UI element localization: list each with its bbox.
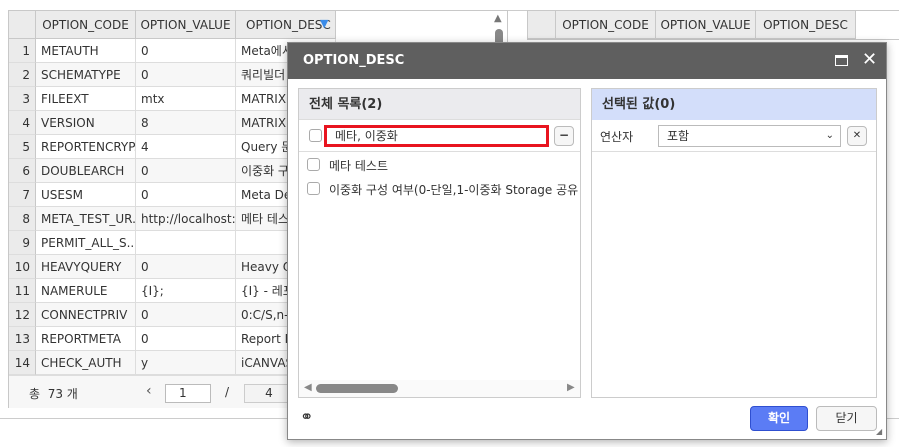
prev-page-icon[interactable]: ‹ bbox=[146, 383, 152, 399]
operator-select[interactable]: 포함 ⌄ bbox=[658, 125, 841, 147]
selected-values-header: 선택된 값(0) bbox=[592, 89, 876, 120]
grid-header: OPTION_CODE OPTION_VALUE OPTION_DESC bbox=[528, 11, 856, 39]
page-separator: / bbox=[225, 385, 230, 399]
row-number: 13 bbox=[9, 327, 36, 351]
column-header-option-code[interactable]: OPTION_CODE bbox=[556, 11, 656, 39]
cell-option-code[interactable]: CONNECTPRIV bbox=[36, 303, 136, 327]
chevron-down-icon: ⌄ bbox=[825, 130, 834, 141]
total-count: 총 73 개 bbox=[29, 385, 78, 402]
column-header-option-value[interactable]: OPTION_VALUE bbox=[656, 11, 756, 39]
row-number: 1 bbox=[9, 39, 36, 63]
cell-option-value[interactable]: 0 bbox=[136, 63, 236, 87]
horizontal-scrollbar[interactable]: ◀ ▶ bbox=[299, 380, 580, 397]
cell-option-code[interactable]: CHECK_AUTH bbox=[36, 351, 136, 375]
cell-option-value[interactable]: 0 bbox=[136, 327, 236, 351]
cell-option-value[interactable]: http://localhost:... bbox=[136, 207, 236, 231]
cell-option-code[interactable]: FILEEXT bbox=[36, 87, 136, 111]
collapse-button[interactable]: − bbox=[554, 126, 574, 146]
operator-value: 포함 bbox=[667, 129, 690, 143]
row-number: 11 bbox=[9, 279, 36, 303]
cell-option-value[interactable]: 0 bbox=[136, 255, 236, 279]
row-number: 5 bbox=[9, 135, 36, 159]
all-list-panel: 전체 목록(2) 메타, 이중화 − 메타 테스트 이중화 구성 여부(0-단일… bbox=[298, 88, 581, 398]
scroll-left-icon[interactable]: ◀ bbox=[304, 382, 312, 393]
selected-values-panel: 선택된 값(0) 연산자 포함 ⌄ ✕ bbox=[591, 88, 877, 398]
binoculars-icon[interactable]: ⚭ bbox=[300, 407, 313, 426]
dialog-title-bar[interactable]: OPTION_DESC bbox=[288, 43, 886, 79]
cell-option-value[interactable]: y bbox=[136, 351, 236, 375]
resize-grip-icon[interactable]: ◢ bbox=[876, 427, 882, 436]
row-number: 9 bbox=[9, 231, 36, 255]
row-number: 10 bbox=[9, 255, 36, 279]
cell-option-code[interactable]: SCHEMATYPE bbox=[36, 63, 136, 87]
operator-row: 연산자 포함 ⌄ ✕ bbox=[592, 120, 876, 152]
cell-option-code[interactable]: REPORTMETA bbox=[36, 327, 136, 351]
grid-header: OPTION_CODE OPTION_VALUE OPTION_DESC ▼ bbox=[9, 11, 336, 39]
row-number-header bbox=[9, 11, 36, 39]
column-header-label: OPTION_DESC bbox=[246, 18, 331, 32]
search-row: 메타, 이중화 − bbox=[299, 120, 580, 152]
item-checkbox[interactable] bbox=[307, 158, 320, 171]
row-number: 8 bbox=[9, 207, 36, 231]
item-checkbox[interactable] bbox=[307, 182, 320, 195]
page-input[interactable]: 1 bbox=[165, 384, 211, 403]
dialog-title: OPTION_DESC bbox=[303, 53, 405, 68]
list-item[interactable]: 이중화 구성 여부(0-단일,1-이중화 Storage 공유 bbox=[307, 181, 580, 199]
cell-option-code[interactable]: REPORTENCRYP... bbox=[36, 135, 136, 159]
search-input[interactable]: 메타, 이중화 bbox=[324, 125, 549, 147]
all-list-header: 전체 목록(2) bbox=[299, 89, 580, 120]
filter-dialog: OPTION_DESC ✕ 전체 목록(2) 메타, 이중화 − 메타 테스트 … bbox=[287, 42, 887, 440]
total-suffix: 개 bbox=[66, 387, 78, 401]
cell-option-code[interactable]: METAUTH bbox=[36, 39, 136, 63]
cell-option-value[interactable]: 0 bbox=[136, 159, 236, 183]
row-number: 3 bbox=[9, 87, 36, 111]
column-header-option-value[interactable]: OPTION_VALUE bbox=[136, 11, 236, 39]
scroll-up-icon[interactable]: ▲ bbox=[494, 13, 502, 24]
cell-option-code[interactable]: META_TEST_UR... bbox=[36, 207, 136, 231]
cell-option-code[interactable]: PERMIT_ALL_S... bbox=[36, 231, 136, 255]
cell-option-code[interactable]: HEAVYQUERY bbox=[36, 255, 136, 279]
cell-option-value[interactable] bbox=[136, 231, 236, 255]
right-data-grid: OPTION_CODE OPTION_VALUE OPTION_DESC bbox=[527, 10, 899, 40]
cell-option-value[interactable]: 0 bbox=[136, 303, 236, 327]
row-number-header bbox=[528, 11, 556, 39]
cell-option-code[interactable]: VERSION bbox=[36, 111, 136, 135]
cell-option-value[interactable]: 8 bbox=[136, 111, 236, 135]
row-number: 2 bbox=[9, 63, 36, 87]
close-button[interactable]: 닫기 bbox=[816, 406, 877, 431]
cell-option-value[interactable]: 0 bbox=[136, 39, 236, 63]
row-number: 6 bbox=[9, 159, 36, 183]
item-label: 메타 테스트 bbox=[329, 159, 389, 173]
scroll-right-icon[interactable]: ▶ bbox=[567, 382, 575, 393]
select-all-checkbox[interactable] bbox=[309, 129, 322, 142]
cell-option-value[interactable]: 0 bbox=[136, 183, 236, 207]
row-number: 12 bbox=[9, 303, 36, 327]
row-number: 14 bbox=[9, 351, 36, 375]
close-icon[interactable]: ✕ bbox=[862, 49, 877, 70]
row-number: 4 bbox=[9, 111, 36, 135]
total-prefix: 총 bbox=[29, 387, 41, 401]
column-header-option-desc[interactable]: OPTION_DESC bbox=[756, 11, 856, 39]
item-label: 이중화 구성 여부(0-단일,1-이중화 Storage 공유 bbox=[329, 183, 579, 197]
cell-option-value[interactable]: mtx bbox=[136, 87, 236, 111]
column-header-option-code[interactable]: OPTION_CODE bbox=[36, 11, 136, 39]
cell-option-code[interactable]: NAMERULE bbox=[36, 279, 136, 303]
clear-button[interactable]: ✕ bbox=[847, 126, 867, 146]
filter-icon[interactable]: ▼ bbox=[320, 17, 328, 30]
total-value: 73 bbox=[47, 387, 63, 401]
row-number: 7 bbox=[9, 183, 36, 207]
scroll-thumb[interactable] bbox=[316, 384, 398, 393]
operator-label: 연산자 bbox=[600, 130, 634, 144]
maximize-icon[interactable] bbox=[835, 55, 848, 66]
cell-option-value[interactable]: {I}; bbox=[136, 279, 236, 303]
cell-option-code[interactable]: USESM bbox=[36, 183, 136, 207]
cell-option-value[interactable]: 4 bbox=[136, 135, 236, 159]
ok-button[interactable]: 확인 bbox=[750, 406, 808, 431]
cell-option-code[interactable]: DOUBLEARCH bbox=[36, 159, 136, 183]
